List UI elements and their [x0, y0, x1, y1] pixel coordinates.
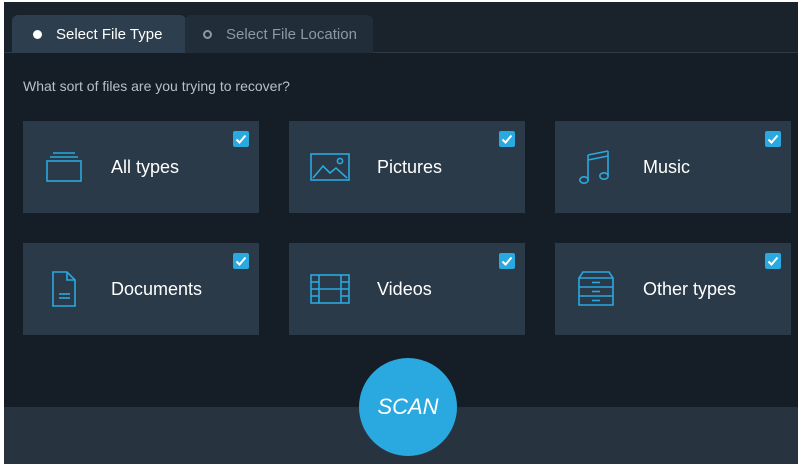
checkbox-checked-icon[interactable]	[499, 253, 515, 269]
tab-select-file-type[interactable]: Select File Type	[12, 15, 186, 53]
tile-label: Documents	[111, 278, 203, 299]
music-note-icon	[575, 149, 617, 185]
cabinet-icon	[575, 271, 617, 307]
recover-prompt: What sort of files are you trying to rec…	[23, 78, 290, 94]
file-type-tile-all-types[interactable]: All types	[23, 121, 259, 213]
tile-label: Videos	[377, 278, 432, 299]
file-type-tile-documents[interactable]: Documents	[23, 243, 259, 335]
film-icon	[309, 271, 351, 307]
recovery-window: Select File Type Select File Location Wh…	[4, 2, 798, 464]
tab-label: Select File Type	[56, 25, 163, 43]
file-type-tile-pictures[interactable]: Pictures	[289, 121, 525, 213]
checkbox-checked-icon[interactable]	[765, 253, 781, 269]
tab-label: Select File Location	[226, 25, 357, 43]
file-type-tile-videos[interactable]: Videos	[289, 243, 525, 335]
all-types-icon	[43, 149, 85, 185]
tile-label: Other types	[643, 278, 737, 299]
tile-label: All types	[111, 156, 180, 177]
tile-label: Pictures	[377, 156, 443, 177]
picture-icon	[309, 149, 351, 185]
file-type-tile-other-types[interactable]: Other types	[555, 243, 791, 335]
checkbox-checked-icon[interactable]	[499, 131, 515, 147]
inactive-dot-icon	[203, 29, 212, 39]
document-icon	[43, 271, 85, 307]
scan-button[interactable]: SCAN	[359, 358, 457, 456]
tile-label: Music	[643, 156, 691, 177]
file-type-tile-music[interactable]: Music	[555, 121, 791, 213]
checkbox-checked-icon[interactable]	[765, 131, 781, 147]
tab-bar: Select File Type Select File Location	[4, 2, 798, 53]
tab-select-file-location[interactable]: Select File Location	[185, 15, 373, 53]
active-dot-icon	[33, 29, 42, 39]
checkbox-checked-icon[interactable]	[233, 131, 249, 147]
checkbox-checked-icon[interactable]	[233, 253, 249, 269]
